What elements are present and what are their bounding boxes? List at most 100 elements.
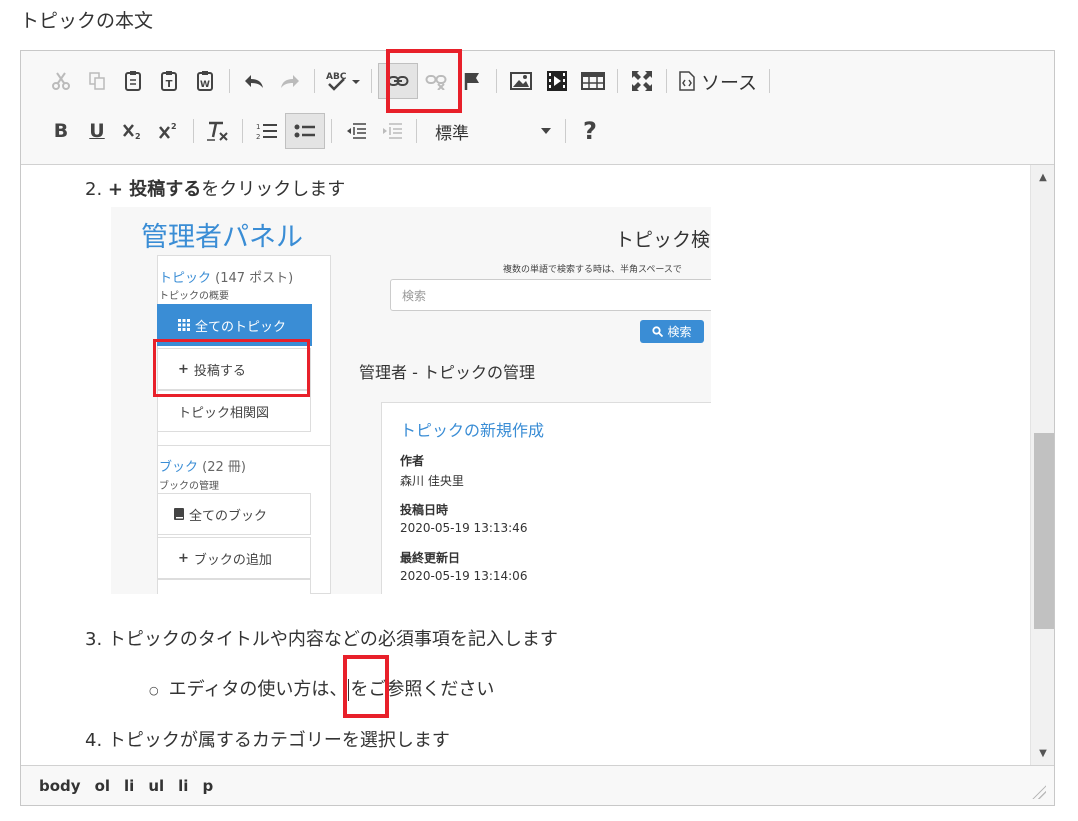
field-label: トピックの本文 bbox=[20, 10, 154, 32]
path-item[interactable]: p bbox=[202, 777, 213, 795]
scroll-thumb[interactable] bbox=[1034, 433, 1054, 629]
toolbar-separator bbox=[496, 69, 497, 93]
chevron-down-icon bbox=[541, 128, 551, 134]
books-section-title: ブック (22 冊) bbox=[159, 456, 246, 475]
toolbar-separator bbox=[371, 69, 372, 93]
indent-icon[interactable] bbox=[374, 114, 410, 148]
unlink-icon[interactable] bbox=[418, 64, 454, 98]
bold-icon[interactable]: B bbox=[43, 114, 79, 148]
editor-content[interactable]: 2. + 投稿するをクリックします 管理者パネル トピック (147 ポスト) … bbox=[21, 165, 1029, 765]
books-label: ブック bbox=[159, 460, 199, 475]
toolbar-separator bbox=[314, 69, 315, 93]
superscript-icon[interactable]: 2 bbox=[151, 114, 187, 148]
admin-panel-title: 管理者パネル bbox=[141, 222, 303, 253]
updated-label: 最終更新日 bbox=[400, 551, 461, 565]
books-count: (22 冊) bbox=[202, 460, 246, 475]
paste-text-icon[interactable]: T bbox=[151, 64, 187, 98]
svg-text:1: 1 bbox=[256, 123, 260, 131]
toolbar-separator bbox=[617, 69, 618, 93]
redo-icon[interactable] bbox=[272, 64, 308, 98]
toolbar-separator bbox=[416, 119, 417, 143]
undo-icon[interactable] bbox=[236, 64, 272, 98]
toolbar-separator bbox=[331, 119, 332, 143]
path-item[interactable]: ul bbox=[148, 777, 164, 795]
step-number: 4. bbox=[85, 730, 103, 751]
scroll-down-icon[interactable]: ▼ bbox=[1031, 743, 1055, 763]
element-path-bar: body ol li ul li p bbox=[21, 765, 1054, 805]
step-3-text: トピックのタイトルや内容などの必須事項を記入します bbox=[107, 629, 558, 650]
card-title: トピックの新規作成 bbox=[400, 421, 545, 440]
author-value: 森川 佳央里 bbox=[400, 474, 464, 488]
editor-toolbar: T W ABC ソース B U 2 2 1 2 標準 ? bbox=[21, 51, 1054, 165]
link-icon[interactable] bbox=[378, 63, 418, 99]
toolbar-separator bbox=[565, 119, 566, 143]
table-icon[interactable] bbox=[575, 64, 611, 98]
topics-section-title: トピック (147 ポスト) bbox=[159, 267, 293, 286]
maximize-icon[interactable] bbox=[624, 64, 660, 98]
remove-format-icon[interactable] bbox=[200, 114, 236, 148]
step-number: 3. bbox=[85, 629, 103, 650]
search-hint: 複数の単語で検索する時は、半角スペースで bbox=[503, 265, 682, 275]
format-value: 標準 bbox=[435, 123, 469, 144]
paste-icon[interactable] bbox=[115, 64, 151, 98]
toolbar-separator bbox=[242, 119, 243, 143]
toolbar-separator bbox=[666, 69, 667, 93]
anchor-flag-icon[interactable] bbox=[454, 64, 490, 98]
format-dropdown[interactable]: 標準 bbox=[423, 116, 559, 146]
spellcheck-icon[interactable]: ABC bbox=[321, 64, 365, 98]
posted-value: 2020-05-19 13:13:46 bbox=[400, 521, 528, 535]
help-icon[interactable]: ? bbox=[572, 114, 608, 148]
nav-topic-map-label: トピック相関図 bbox=[178, 405, 270, 421]
nav-add-book-label: ブックの追加 bbox=[193, 552, 272, 568]
step-4: 4. トピックが属するカテゴリーを選択します bbox=[85, 726, 450, 752]
nav-item-partial bbox=[157, 579, 311, 594]
source-button[interactable]: ソース bbox=[673, 64, 763, 98]
underline-icon[interactable]: U bbox=[79, 114, 115, 148]
scroll-up-icon[interactable]: ▲ bbox=[1031, 167, 1055, 187]
section-divider bbox=[157, 445, 331, 446]
copy-icon[interactable] bbox=[79, 64, 115, 98]
toolbar-row-1: T W ABC ソース bbox=[43, 63, 776, 99]
nav-post: + 投稿する bbox=[157, 348, 311, 390]
posted-label: 投稿日時 bbox=[400, 503, 449, 517]
resize-grip-icon[interactable] bbox=[1032, 785, 1046, 799]
step-4-text: トピックが属するカテゴリーを選択します bbox=[107, 730, 450, 751]
embedded-screenshot: 管理者パネル トピック (147 ポスト) トピックの概要 全てのトピック + … bbox=[111, 207, 711, 594]
plus-icon: + bbox=[178, 361, 189, 377]
svg-text:T: T bbox=[166, 79, 173, 90]
vertical-scrollbar[interactable]: ▲ ▼ bbox=[1030, 165, 1054, 765]
nav-all-books-label: 全てのブック bbox=[189, 508, 268, 524]
nav-post-label: 投稿する bbox=[193, 363, 246, 379]
outdent-icon[interactable] bbox=[338, 114, 374, 148]
books-subtitle: ブックの管理 bbox=[159, 481, 219, 492]
topics-label: トピック bbox=[159, 271, 212, 286]
path-item[interactable]: li bbox=[124, 777, 134, 795]
step-2: 2. + 投稿するをクリックします bbox=[85, 175, 345, 201]
numbered-list-icon[interactable]: 12 bbox=[249, 114, 285, 148]
image-icon[interactable] bbox=[503, 64, 539, 98]
path-item[interactable]: li bbox=[178, 777, 188, 795]
paste-word-icon[interactable]: W bbox=[187, 64, 223, 98]
sub-step: ○ エディタの使い方は、 をご参照ください bbox=[149, 675, 494, 701]
svg-text:W: W bbox=[200, 80, 210, 90]
toolbar-separator bbox=[229, 69, 230, 93]
updated-value: 2020-05-19 13:14:06 bbox=[400, 569, 528, 583]
sub-step-before: エディタの使い方は、 bbox=[168, 679, 348, 700]
path-item[interactable]: ol bbox=[95, 777, 110, 795]
path-item[interactable]: body bbox=[39, 777, 81, 795]
plus-icon: + bbox=[178, 550, 189, 566]
step-3: 3. トピックのタイトルや内容などの必須事項を記入します bbox=[85, 625, 558, 651]
nav-all-books: 全てのブック bbox=[157, 493, 311, 535]
bulleted-list-icon[interactable] bbox=[285, 113, 325, 149]
nav-add-book: + ブックの追加 bbox=[157, 537, 311, 579]
toolbar-separator bbox=[769, 69, 771, 93]
cut-icon[interactable] bbox=[43, 64, 79, 98]
nav-all-topics: 全てのトピック bbox=[157, 304, 312, 346]
nav-all-topics-label: 全てのトピック bbox=[195, 319, 287, 335]
topics-subtitle: トピックの概要 bbox=[159, 291, 229, 302]
toolbar-separator bbox=[193, 119, 194, 143]
step-2-text: をクリックします bbox=[201, 179, 346, 200]
subscript-icon[interactable]: 2 bbox=[115, 114, 151, 148]
svg-text:2: 2 bbox=[256, 133, 260, 141]
video-icon[interactable] bbox=[539, 64, 575, 98]
